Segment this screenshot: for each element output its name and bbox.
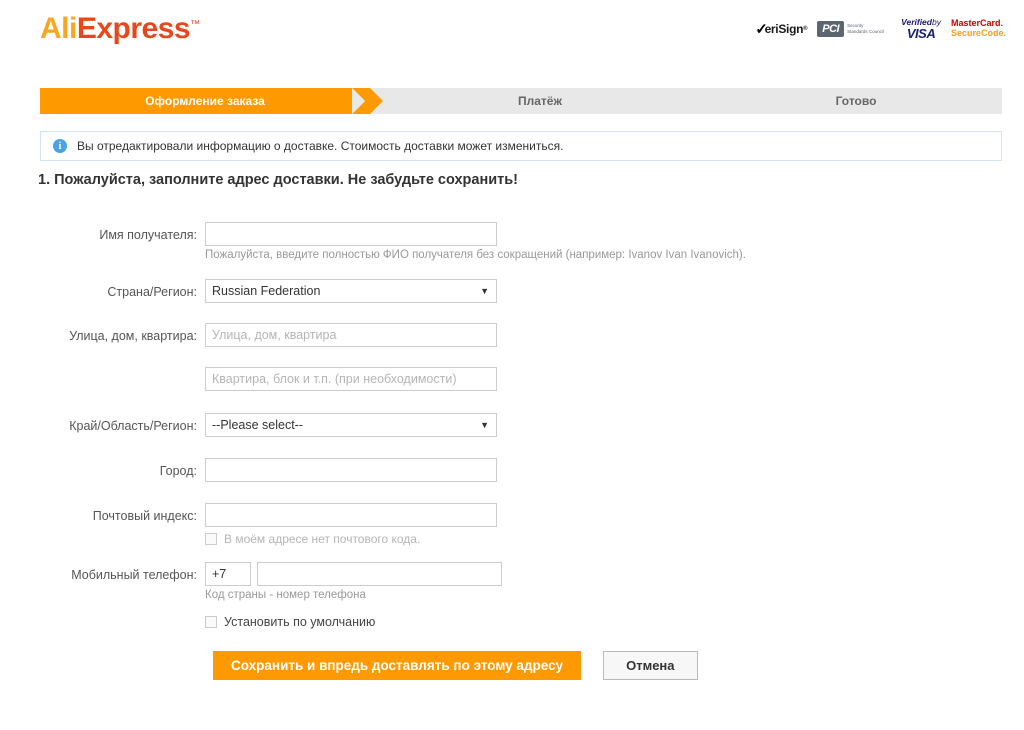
zip-label: Почтовый индекс: [92, 509, 197, 523]
street2-input[interactable] [205, 367, 497, 391]
checkout-page: AliExpress™ ✓ eriSign ® PCI Security Stand… [0, 0, 1024, 730]
info-icon: i [53, 139, 67, 153]
pci-council-text: Security Standards Council [847, 23, 891, 34]
step-payment[interactable]: Платёж [352, 88, 710, 114]
verified-by-visa-badge-icon: Verifiedby VISA [901, 18, 941, 40]
phone-hint: Код страны - номер телефона [205, 589, 366, 601]
province-select[interactable]: --Please select-- [205, 413, 497, 437]
logo-text-ali: Ali [40, 12, 77, 45]
country-select[interactable]: Russian Federation [205, 279, 497, 303]
notice-text: Вы отредактировали информацию о доставке… [77, 139, 564, 153]
pci-mark: PCI [817, 20, 845, 37]
phone-country-code-input[interactable] [205, 562, 251, 586]
pci-badge-icon: PCI Security Standards Council [817, 20, 891, 37]
shipping-info-notice: i Вы отредактировали информацию о достав… [40, 131, 1002, 161]
chevron-right-icon-2 [692, 88, 705, 114]
page-title: 1. Пожалуйста, заполните адрес доставки.… [38, 172, 518, 188]
field-row-province: Край/Область/Регион: --Please select-- ▼ [0, 413, 1024, 439]
zip-input[interactable] [205, 503, 497, 527]
no-zip-checkbox-label: В моём адресе нет почтового кода. [224, 532, 421, 546]
field-row-country: Страна/Регион: Russian Federation ▼ [0, 279, 1024, 305]
verisign-badge-icon: ✓ eriSign ® [755, 20, 807, 38]
logo-trademark: ™ [190, 19, 200, 30]
securecode-wordmark: SecureCode. [950, 27, 1006, 38]
phone-label: Мобильный телефон: [71, 568, 197, 582]
trust-badges: ✓ eriSign ® PCI Security Standards Council… [755, 18, 1006, 40]
step-done[interactable]: Готово [692, 88, 1002, 114]
field-row-recipient: Имя получателя: Пожалуйста, введите полн… [0, 222, 1024, 261]
province-label: Край/Область/Регион: [69, 419, 197, 433]
phone-inputs-group [205, 562, 1024, 586]
step-3-label: Готово [835, 94, 877, 108]
city-label: Город: [159, 464, 197, 478]
default-address-label: Установить по умолчанию [224, 615, 376, 629]
cancel-button[interactable]: Отмена [603, 651, 698, 680]
checkout-progress-steps: Оформление заказа Платёж Готово [40, 88, 1002, 114]
form-actions: Сохранить и впредь доставлять по этому а… [205, 651, 1024, 680]
street-label: Улица, дом, квартира: [69, 329, 197, 343]
mastercard-securecode-badge-icon: MasterCard. SecureCode. [950, 18, 1006, 39]
field-row-city: Город: [0, 458, 1024, 484]
no-zip-checkbox[interactable] [205, 533, 217, 545]
city-input[interactable] [205, 458, 497, 482]
verisign-trademark: ® [803, 25, 808, 32]
recipient-name-hint: Пожалуйста, введите полностью ФИО получа… [205, 249, 746, 261]
field-row-zip: Почтовый индекс: В моём адресе нет почто… [0, 503, 1024, 546]
street-input[interactable] [205, 323, 497, 347]
field-row-phone: Мобильный телефон: Код страны - номер те… [0, 562, 1024, 601]
shipping-address-form: Имя получателя: Пожалуйста, введите полн… [0, 222, 1024, 680]
country-label: Страна/Регион: [107, 285, 197, 299]
step-order-placement[interactable]: Оформление заказа [40, 88, 383, 114]
default-address-checkbox[interactable] [205, 616, 217, 628]
recipient-name-input[interactable] [205, 222, 497, 246]
pci-line2: Standards Council [847, 28, 884, 34]
no-zip-checkbox-row[interactable]: В моём адресе нет почтового кода. [205, 532, 1024, 546]
save-address-button[interactable]: Сохранить и впредь доставлять по этому а… [213, 651, 582, 680]
default-address-checkbox-row[interactable]: Установить по умолчанию [205, 615, 1024, 629]
field-row-default-address: Установить по умолчанию [0, 615, 1024, 629]
verisign-label: eriSign [764, 21, 804, 36]
pci-line1: Security [847, 23, 864, 29]
step-2-label: Платёж [518, 94, 562, 108]
recipient-name-label: Имя получателя: [99, 228, 197, 242]
aliexpress-logo[interactable]: AliExpress™ [40, 12, 200, 46]
phone-number-input[interactable] [257, 562, 502, 586]
visa-wordmark: VISA [906, 25, 936, 41]
field-row-street: Улица, дом, квартира: [0, 323, 1024, 349]
logo-text-express: Express [76, 12, 191, 45]
field-row-street2 [0, 367, 1024, 391]
chevron-right-icon-1 [352, 88, 365, 114]
step-1-label: Оформление заказа [145, 94, 265, 108]
page-header: AliExpress™ ✓ eriSign ® PCI Security Stand… [0, 0, 1024, 72]
